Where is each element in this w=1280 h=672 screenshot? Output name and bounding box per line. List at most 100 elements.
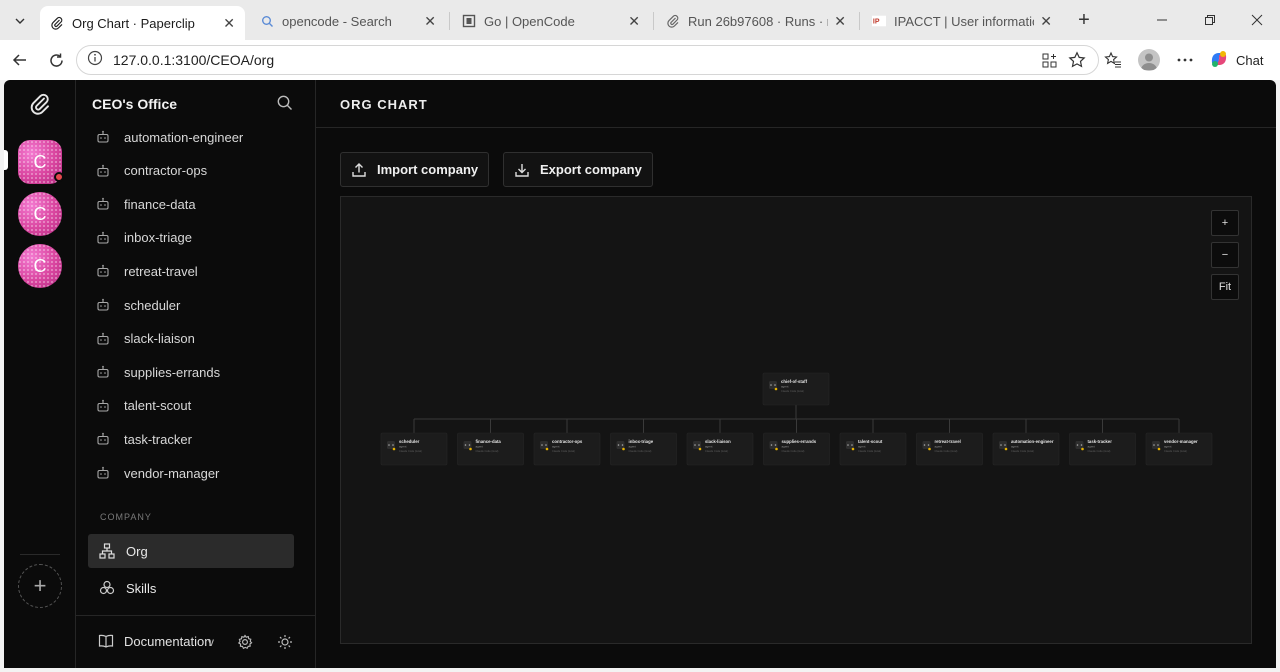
import-company-button[interactable]: Import company (340, 152, 490, 187)
close-tab-icon[interactable]: ✕ (1040, 13, 1052, 30)
node-role: agent (1164, 445, 1172, 449)
url-bar[interactable]: 127.0.0.1:3100/CEOA/org (76, 45, 1099, 75)
minimize-window-icon[interactable] (1150, 9, 1174, 31)
org-chart-canvas[interactable]: chief-of-staff agent Claude Code (local) sc… (340, 196, 1252, 644)
status-dot (1004, 447, 1008, 451)
favorites-collection-icon[interactable] (1101, 48, 1125, 72)
agent-name: task-tracker (124, 431, 192, 447)
url-text: 127.0.0.1:3100/CEOA/org (113, 52, 275, 68)
org-node[interactable]: vendor-manageragentClaude Code (local) (1145, 432, 1213, 466)
search-icon[interactable] (276, 94, 296, 114)
sidebar-agent-item[interactable]: slack-liaison (96, 328, 195, 350)
node-name: scheduler (399, 439, 420, 444)
nav-item-skills[interactable]: Skills (88, 571, 294, 605)
add-company-button[interactable]: + (18, 564, 62, 608)
agent-name: contractor-ops (124, 163, 208, 179)
node-name: contractor-ops (552, 439, 583, 444)
documentation-link[interactable]: Documentation (98, 633, 211, 649)
tab-title: Org Chart · Paperclip (72, 15, 195, 31)
agent-bot-icon-eye (1080, 444, 1083, 446)
org-node[interactable]: finance-dataagentClaude Code (local) (457, 432, 524, 466)
browser-tab-bar: Org Chart · Paperclip ✕ opencode - Searc… (0, 0, 1280, 40)
tab-org-chart[interactable]: Org Chart · Paperclip ✕ (40, 6, 245, 40)
status-dot (774, 387, 778, 391)
close-tab-icon[interactable]: ✕ (424, 13, 436, 30)
close-tab-icon[interactable]: ✕ (834, 13, 846, 30)
bot-icon (96, 130, 110, 144)
chat-label: Chat (1236, 52, 1264, 68)
tab-ipacct[interactable]: IP IPACCT | User information p ✕ (862, 6, 1062, 36)
org-node[interactable]: slack-liaisonagentClaude Code (local) (686, 432, 754, 466)
org-node-root[interactable]: chief-of-staffagentClaude Code (local) (762, 372, 830, 406)
status-dot (851, 447, 855, 451)
agent-name: supplies-errands (124, 364, 221, 380)
paperclip-icon (666, 14, 680, 28)
org-node[interactable]: talent-scoutagentClaude Code (local) (839, 432, 907, 466)
company-avatar-1[interactable]: C (18, 140, 64, 184)
org-node[interactable]: scheduleragentClaude Code (local) (380, 432, 448, 466)
close-tab-icon[interactable]: ✕ (223, 15, 235, 32)
tab-go-opencode[interactable]: Go | OpenCode ✕ (452, 6, 650, 36)
agent-bot-icon-eye (847, 444, 849, 446)
agent-name: vendor-manager (124, 465, 220, 481)
status-dot (392, 447, 396, 451)
sidebar-agent-item[interactable]: finance-data (96, 193, 196, 215)
org-node[interactable]: automation-engineeragentClaude Code (loc… (992, 432, 1060, 466)
sidebar-agent-item[interactable]: supplies-errands (96, 361, 220, 383)
fit-view-button[interactable]: Fit (1211, 274, 1239, 300)
org-node[interactable]: retreat-travelagentClaude Code (local) (916, 432, 983, 466)
agent-bot-icon-eye (541, 444, 543, 446)
app-available-icon[interactable] (1037, 48, 1061, 72)
bot-icon (96, 164, 110, 178)
sidebar-agent-item[interactable]: retreat-travel (96, 260, 198, 282)
company-avatar-3[interactable]: C (18, 244, 62, 288)
org-node[interactable]: contractor-opsagentClaude Code (local) (533, 432, 601, 466)
settings-gear-icon[interactable] (236, 633, 254, 651)
theme-sun-icon[interactable] (276, 633, 294, 651)
tab-title: Run 26b97608 · Runs · retre (688, 13, 828, 29)
agent-bot-icon-eye (464, 444, 467, 446)
sidebar-agent-item[interactable]: scheduler (96, 294, 180, 316)
restore-window-icon[interactable] (1198, 9, 1222, 31)
sidebar-agent-item[interactable]: vendor-manager (96, 462, 219, 484)
company-avatar-2[interactable]: C (18, 192, 62, 236)
site-info-icon[interactable] (87, 50, 103, 71)
paperclip-icon (50, 16, 64, 30)
org-chart-svg: chief-of-staffagentClaude Code (local) sc… (380, 372, 1213, 466)
agent-bot-icon-eye (927, 444, 930, 446)
sidebar-agent-item[interactable]: automation-engineer (96, 126, 243, 148)
new-tab-plus-icon[interactable]: + (1072, 8, 1096, 32)
export-company-button[interactable]: Export company (503, 152, 653, 187)
favorite-star-icon[interactable] (1065, 48, 1089, 72)
sidebar-agent-item[interactable]: inbox-triage (96, 227, 192, 249)
node-role: agent (1011, 445, 1019, 449)
sidebar-footer: Documentation v (76, 615, 316, 668)
more-options-ellipsis-icon[interactable] (1173, 48, 1197, 72)
tab-actions-chevron-icon[interactable] (6, 7, 34, 35)
profile-avatar[interactable] (1138, 49, 1160, 71)
nav-item-org[interactable]: Org (88, 534, 294, 568)
copilot-chat-button[interactable]: Chat (1208, 47, 1263, 73)
org-node[interactable]: task-trackeragentClaude Code (local) (1069, 432, 1136, 466)
agent-bot-icon-eye (770, 384, 772, 386)
org-node[interactable]: supplies-errandsagentClaude Code (local) (763, 432, 830, 466)
tab-run-retreat[interactable]: Run 26b97608 · Runs · retre ✕ (656, 6, 856, 36)
agent-bot-icon-eye (621, 444, 624, 446)
sidebar-agent-item[interactable]: contractor-ops (96, 160, 207, 182)
ipacct-logo-icon: IP (872, 14, 886, 28)
sidebar-agent-item[interactable]: talent-scout (96, 395, 191, 417)
zoom-out-button[interactable]: − (1211, 242, 1239, 268)
opencode-icon (462, 14, 476, 28)
node-name: retreat-travel (935, 439, 961, 444)
download-icon (514, 162, 530, 178)
tab-opencode-search[interactable]: opencode - Search ✕ (250, 6, 446, 36)
back-arrow-icon[interactable] (8, 48, 32, 72)
reload-icon[interactable] (44, 48, 68, 72)
close-window-icon[interactable] (1245, 9, 1269, 31)
sidebar-agent-item[interactable]: task-tracker (96, 428, 192, 450)
org-node[interactable]: inbox-triageagentClaude Code (local) (610, 432, 677, 466)
main-header: ORG CHART (316, 80, 1276, 128)
paperclip-logo-icon[interactable] (28, 92, 52, 116)
zoom-in-button[interactable]: + (1211, 210, 1239, 236)
close-tab-icon[interactable]: ✕ (628, 13, 640, 30)
